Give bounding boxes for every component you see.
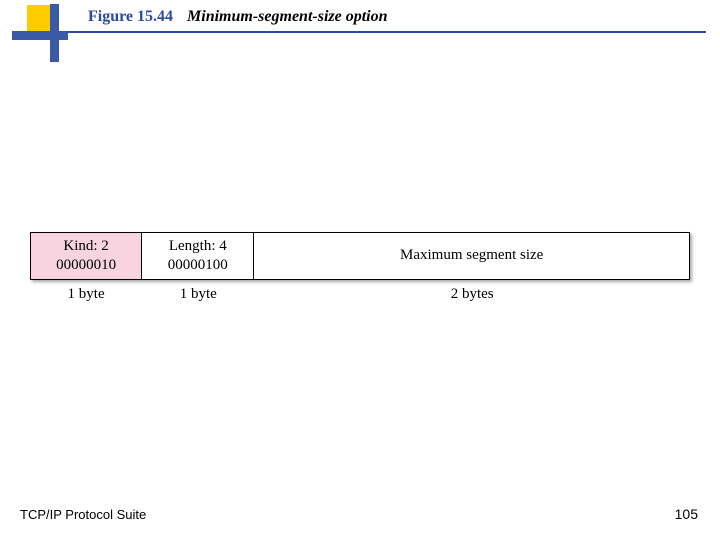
caption-length: 1 byte bbox=[142, 286, 254, 303]
field-kind-bits: 00000010 bbox=[31, 256, 141, 275]
figure-title: Figure 15.44 Minimum-segment-size option bbox=[88, 8, 388, 26]
footer-text: TCP/IP Protocol Suite bbox=[20, 507, 146, 522]
logo-yellow-square bbox=[26, 4, 52, 32]
slide-logo bbox=[12, 4, 60, 62]
option-format-diagram: Kind: 2 00000010 Length: 4 00000100 Maxi… bbox=[30, 232, 690, 303]
field-mss-label: Maximum segment size bbox=[400, 246, 543, 265]
figure-number: Figure 15.44 bbox=[88, 8, 173, 25]
field-length-label: Length: 4 bbox=[142, 237, 253, 256]
field-length: Length: 4 00000100 bbox=[142, 232, 254, 280]
field-kind-label: Kind: 2 bbox=[31, 237, 141, 256]
caption-mss: 2 bytes bbox=[254, 286, 690, 303]
title-underline bbox=[66, 31, 706, 33]
figure-caption: Minimum-segment-size option bbox=[187, 8, 387, 25]
page-number: 105 bbox=[675, 506, 698, 522]
field-captions: 1 byte 1 byte 2 bytes bbox=[30, 286, 690, 303]
logo-vertical-bar bbox=[50, 4, 59, 62]
logo-horizontal-bar bbox=[12, 31, 68, 40]
field-row: Kind: 2 00000010 Length: 4 00000100 Maxi… bbox=[30, 232, 690, 280]
caption-kind: 1 byte bbox=[30, 286, 142, 303]
field-mss: Maximum segment size bbox=[254, 232, 690, 280]
field-kind: Kind: 2 00000010 bbox=[30, 232, 142, 280]
field-length-bits: 00000100 bbox=[142, 256, 253, 275]
